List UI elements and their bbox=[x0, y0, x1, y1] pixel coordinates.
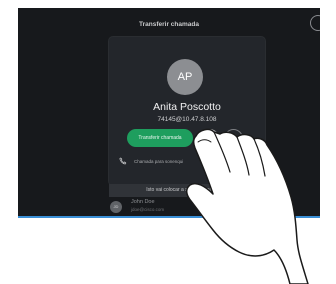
screen-title: Transferir chamada bbox=[139, 21, 199, 28]
notice-text: Isto vai colocar a sua chamada atu... bbox=[146, 187, 228, 193]
phone-icon bbox=[119, 157, 127, 165]
recent-call-row[interactable]: Chamada para sonenqui bbox=[119, 157, 255, 169]
device-stage: Transferir chamada AP Anita Poscotto 741… bbox=[0, 0, 336, 284]
avatar: AP bbox=[167, 59, 203, 95]
corner-button[interactable] bbox=[310, 15, 320, 31]
list-item-email: jdoe@cisco.com bbox=[131, 207, 165, 212]
transfer-call-button[interactable]: Transferir chamada bbox=[127, 129, 193, 147]
avatar: JD bbox=[110, 201, 122, 213]
favorite-button[interactable]: ★ bbox=[200, 129, 219, 148]
more-icon: ••• bbox=[230, 134, 237, 140]
list-item[interactable]: JD John Doe jdoe@cisco.com bbox=[110, 199, 240, 216]
list-item-name: John Doe bbox=[131, 199, 155, 205]
contact-name: Anita Poscotto bbox=[153, 101, 221, 113]
star-icon: ★ bbox=[205, 134, 214, 143]
device-screen: Transferir chamada AP Anita Poscotto 741… bbox=[18, 8, 320, 218]
contact-card: AP Anita Poscotto 74145@10.47.8.108 Tran… bbox=[109, 37, 265, 197]
contact-address: 74145@10.47.8.108 bbox=[157, 116, 217, 123]
recent-call-text: Chamada para sonenqui bbox=[134, 159, 184, 164]
more-options-button[interactable]: ••• bbox=[224, 129, 243, 148]
notice-bar: Isto vai colocar a sua chamada atu... bbox=[109, 184, 265, 197]
